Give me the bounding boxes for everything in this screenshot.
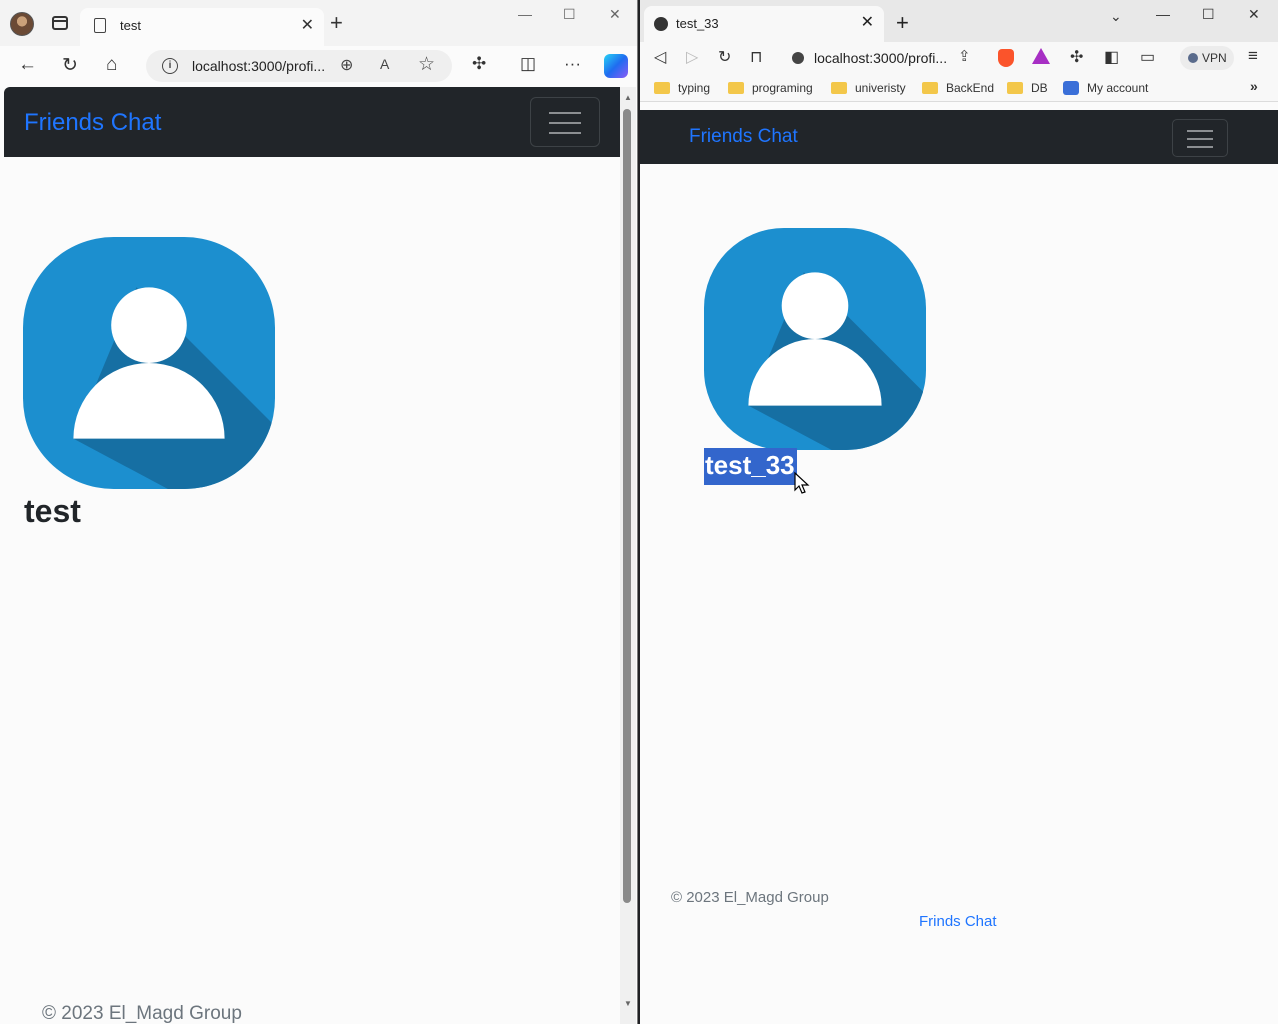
left-page-content: Friends Chat test © 2023 El_Magd Group: [4, 87, 620, 1024]
favorite-star-icon[interactable]: ☆: [418, 53, 435, 76]
read-aloud-icon[interactable]: A: [380, 56, 389, 72]
navbar-toggler-button[interactable]: [530, 97, 600, 147]
menu-icon[interactable]: ≡: [1248, 46, 1258, 66]
maximize-icon[interactable]: ☐: [563, 6, 576, 23]
bookmark-folder-programing[interactable]: programing: [728, 81, 813, 95]
navbar-brand-link[interactable]: Friends Chat: [24, 109, 161, 137]
back-icon[interactable]: ←: [18, 54, 37, 76]
reload-icon[interactable]: ↻: [62, 54, 78, 77]
copilot-icon[interactable]: [604, 54, 628, 78]
right-browser-window: test_33 ✕ + ⌄ — ☐ ✕ ◁ ▷ ↻ ⊓ localhost:30…: [640, 0, 1278, 1024]
mouse-cursor-icon: [794, 472, 810, 494]
left-url-text: localhost:3000/profi...: [192, 58, 326, 74]
burger-line: [549, 122, 581, 124]
bookmark-label: My account: [1087, 81, 1149, 95]
minimize-icon[interactable]: —: [1156, 6, 1170, 22]
burger-line: [1187, 130, 1213, 132]
new-tab-button[interactable]: +: [896, 10, 909, 36]
zoom-icon[interactable]: ⊕: [340, 55, 353, 75]
brave-rewards-icon[interactable]: [1032, 48, 1050, 64]
left-navbar: Friends Chat: [4, 87, 620, 157]
bookmark-folder-db[interactable]: DB: [1007, 81, 1048, 95]
close-window-icon[interactable]: ✕: [1248, 6, 1260, 23]
tab-actions-icon[interactable]: [52, 16, 68, 30]
left-address-bar: ← ↻ ⌂ i localhost:3000/profi... ⊕ A ☆ ✣ …: [0, 46, 637, 86]
right-tab[interactable]: test_33 ✕: [644, 6, 884, 42]
burger-line: [549, 112, 581, 114]
bookmark-folder-typing[interactable]: typing: [654, 81, 710, 95]
left-tab[interactable]: test ✕: [80, 8, 324, 46]
scrollbar-thumb[interactable]: [623, 109, 631, 903]
split-screen-icon[interactable]: ◫: [520, 54, 536, 74]
navbar-brand-link[interactable]: Friends Chat: [689, 126, 798, 148]
account-icon: [1063, 81, 1079, 95]
bookmark-my-account[interactable]: My account: [1063, 81, 1148, 95]
bookmark-label: typing: [678, 81, 711, 95]
new-tab-button[interactable]: +: [330, 10, 343, 36]
profile-avatar-image: [23, 237, 275, 489]
right-page-content: Friends Chat test_33 © 2023 El_Magd Grou…: [640, 102, 1278, 1024]
footer-copyright: © 2023 El_Magd Group: [42, 1003, 242, 1024]
more-icon[interactable]: ···: [564, 54, 581, 74]
burger-line: [1187, 138, 1213, 140]
right-toolbar: ◁ ▷ ↻ ⊓ localhost:3000/profi... ⇪ ✣ ◧ ▭ …: [640, 42, 1278, 74]
back-icon[interactable]: ◁: [654, 47, 666, 67]
footer-copyright: © 2023 El_Magd Group: [671, 889, 829, 906]
maximize-icon[interactable]: ☐: [1202, 6, 1215, 23]
left-tab-title: test: [120, 18, 141, 33]
left-browser-window: test ✕ + — ☐ ✕ ← ↻ ⌂ i localhost:3000/pr…: [0, 0, 638, 1024]
footer-app-link[interactable]: Frinds Chat: [919, 913, 997, 930]
right-tab-title: test_33: [676, 16, 719, 31]
folder-icon: [831, 82, 847, 94]
navbar-toggler-button[interactable]: [1172, 119, 1228, 157]
profile-avatar-icon[interactable]: [10, 12, 34, 36]
folder-icon: [922, 82, 938, 94]
left-titlebar: test ✕ + — ☐ ✕: [0, 0, 637, 46]
extensions-icon[interactable]: ✣: [1070, 47, 1083, 67]
vpn-button[interactable]: VPN: [1180, 46, 1234, 70]
bookmark-folder-backend[interactable]: BackEnd: [922, 81, 994, 95]
sidebar-icon[interactable]: ◧: [1104, 47, 1119, 67]
burger-line: [1187, 146, 1213, 148]
info-icon[interactable]: i: [162, 58, 178, 74]
forward-icon[interactable]: ▷: [686, 47, 698, 67]
close-tab-icon[interactable]: ✕: [861, 12, 874, 32]
page-scrollbar[interactable]: ▲ ▼: [620, 87, 636, 1024]
folder-icon: [1007, 82, 1023, 94]
tab-search-icon[interactable]: ⌄: [1110, 8, 1122, 25]
right-url-field[interactable]: localhost:3000/profi...: [780, 44, 980, 72]
close-tab-icon[interactable]: ✕: [301, 15, 314, 35]
minimize-icon[interactable]: —: [518, 6, 532, 22]
bookmark-label: DB: [1031, 81, 1048, 95]
bookmark-label: BackEnd: [946, 81, 995, 95]
bookmarks-bar: typing programing univeristy BackEnd DB …: [640, 74, 1278, 102]
right-navbar: Friends Chat: [640, 110, 1278, 164]
bookmark-label: programing: [752, 81, 813, 95]
profile-avatar-image: [704, 228, 926, 450]
burger-line: [549, 132, 581, 134]
page-icon: [94, 18, 106, 33]
close-window-icon[interactable]: ✕: [609, 6, 621, 23]
home-icon[interactable]: ⌂: [106, 54, 117, 76]
share-icon[interactable]: ⇪: [958, 47, 971, 65]
right-titlebar: test_33 ✕ + ⌄ — ☐ ✕: [640, 0, 1278, 42]
bookmark-folder-univeristy[interactable]: univeristy: [831, 81, 906, 95]
globe-icon: [654, 17, 668, 31]
scroll-down-icon[interactable]: ▼: [624, 999, 632, 1008]
profile-username-selected: test_33: [704, 448, 797, 485]
bookmarks-overflow-icon[interactable]: »: [1250, 78, 1258, 94]
scroll-up-icon[interactable]: ▲: [624, 93, 632, 102]
info-icon[interactable]: [792, 52, 804, 64]
folder-icon: [728, 82, 744, 94]
reload-icon[interactable]: ↻: [718, 47, 731, 67]
extensions-icon[interactable]: ✣: [472, 54, 486, 74]
left-url-field[interactable]: i localhost:3000/profi... ⊕ A ☆: [146, 50, 452, 82]
bookmark-icon[interactable]: ⊓: [750, 47, 762, 67]
brave-shields-icon[interactable]: [998, 49, 1014, 67]
right-url-text: localhost:3000/profi...: [814, 50, 948, 66]
profile-username: test: [24, 493, 81, 529]
bookmark-label: univeristy: [855, 81, 906, 95]
wallet-icon[interactable]: ▭: [1140, 47, 1155, 67]
folder-icon: [654, 82, 670, 94]
